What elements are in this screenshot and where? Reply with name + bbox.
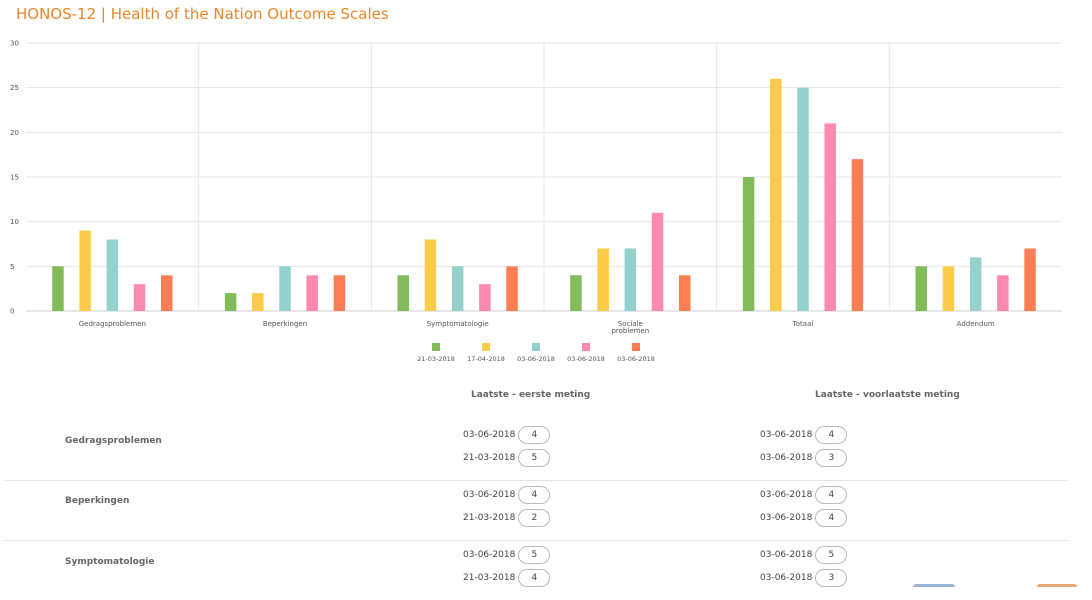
col1-pair-1: 03-06-2018 4 — [463, 486, 551, 504]
bar-5-2 — [333, 275, 346, 311]
bar-1-6 — [915, 266, 928, 311]
bar-4-5 — [824, 123, 836, 312]
score-badge: 3 — [815, 449, 848, 467]
col1-pair-1: 03-06-2018 4 — [463, 426, 551, 444]
category-label: Addendum — [957, 320, 995, 328]
col2-pair-1: 03-06-2018 4 — [760, 426, 848, 444]
category-label: Symptomatologie — [427, 320, 489, 328]
bar-1-5 — [742, 177, 755, 311]
comparison-row-beperkingen: Beperkingen 03-06-2018 4 21-03-2018 2 03… — [4, 480, 1068, 541]
col1-pair-2: 21-03-2018 5 — [463, 449, 551, 467]
pair-date: 03-06-2018 — [760, 430, 813, 440]
col2-pair-2: 03-06-2018 4 — [760, 509, 848, 527]
col2-pair-1: 03-06-2018 5 — [760, 546, 848, 564]
pair-date: 03-06-2018 — [463, 550, 516, 560]
score-badge: 4 — [518, 569, 551, 587]
bar-5-6 — [1024, 248, 1036, 311]
pair-date: 03-06-2018 — [463, 490, 516, 500]
y-tick-label: 10 — [10, 218, 19, 226]
col1-pair-2: 21-03-2018 4 — [463, 569, 551, 587]
col2-pair-2: 03-06-2018 3 — [760, 449, 848, 467]
bar-5-3 — [506, 266, 518, 311]
bar-4-3 — [479, 284, 491, 311]
pair-date: 21-03-2018 — [463, 573, 516, 583]
y-tick-label: 30 — [10, 40, 19, 48]
score-badge: 4 — [815, 486, 848, 504]
score-badge: 5 — [815, 546, 848, 564]
col2-pair-1: 03-06-2018 4 — [760, 486, 848, 504]
y-tick-label: 25 — [10, 84, 19, 92]
col1-pair-1: 03-06-2018 5 — [463, 546, 551, 564]
pair-date: 03-06-2018 — [760, 490, 813, 500]
score-badge: 4 — [815, 426, 848, 444]
bar-2-1 — [79, 230, 91, 311]
pair-date: 21-03-2018 — [463, 513, 516, 523]
legend-label: 03-06-2018 — [517, 355, 555, 363]
y-tick-label: 20 — [10, 129, 19, 137]
col2-pair-2: 03-06-2018 3 — [760, 569, 848, 587]
col1-title: Laatste - eerste meting — [471, 390, 591, 400]
bar-2-5 — [770, 78, 782, 311]
score-badge: 5 — [518, 449, 551, 467]
bar-1-4 — [570, 275, 582, 311]
category-label: Gedragsproblemen — [79, 320, 146, 328]
bar-3-3 — [451, 266, 464, 311]
bar-1-1 — [52, 266, 64, 311]
pair-date: 03-06-2018 — [760, 550, 813, 560]
bar-2-3 — [424, 239, 437, 311]
bar-3-1 — [106, 239, 119, 311]
score-badge: 4 — [518, 486, 551, 504]
y-tick-label: 0 — [10, 308, 14, 316]
legend-label: 21-03-2018 — [417, 355, 455, 363]
pair-date: 03-06-2018 — [463, 430, 516, 440]
col1-pair-2: 21-03-2018 2 — [463, 509, 551, 527]
comparison-row-symptomatologie: Symptomatologie 03-06-2018 5 21-03-2018 … — [4, 540, 1068, 600]
category-label: Beperkingen — [263, 320, 307, 328]
bar-5-1 — [160, 275, 173, 311]
bar-4-6 — [997, 275, 1009, 311]
comparison-row-gedragsproblemen: Gedragsproblemen 03-06-2018 4 21-03-2018… — [4, 420, 1068, 481]
legend-label: 17-04-2018 — [467, 355, 505, 363]
page-title: HONOS-12 | Health of the Nation Outcome … — [16, 5, 389, 23]
bar-3-5 — [797, 87, 809, 311]
legend-label: 03-06-2018 — [567, 355, 605, 363]
pair-date: 03-06-2018 — [760, 573, 813, 583]
row-label: Symptomatologie — [65, 557, 155, 567]
legend-swatch — [482, 343, 490, 351]
row-label: Gedragsproblemen — [65, 436, 162, 446]
bar-2-2 — [252, 293, 264, 311]
category-label: problemen — [611, 327, 649, 335]
category-label: Totaal — [792, 320, 814, 328]
bar-3-4 — [624, 248, 637, 311]
bar-3-6 — [969, 257, 982, 311]
score-badge: 3 — [815, 569, 848, 587]
pair-date: 21-03-2018 — [463, 453, 516, 463]
legend-swatch — [532, 343, 540, 351]
pair-date: 03-06-2018 — [760, 453, 813, 463]
legend-swatch — [582, 343, 590, 351]
bar-2-4 — [597, 248, 609, 311]
col2-title: Laatste - voorlaatste meting — [815, 390, 960, 400]
honos-bar-chart: 0 5 10 15 20 25 30 Gedragsproblemen Beperkingen S… — [10, 40, 1062, 363]
bar-4-1 — [133, 284, 146, 311]
legend-swatch — [432, 343, 440, 351]
score-badge: 4 — [815, 509, 848, 527]
bar-1-2 — [224, 293, 237, 311]
bar-3-2 — [279, 266, 291, 311]
pair-date: 03-06-2018 — [760, 513, 813, 523]
legend-label: 03-06-2018 — [617, 355, 655, 363]
score-badge: 4 — [518, 426, 551, 444]
bar-4-4 — [651, 212, 664, 311]
bar-4-2 — [306, 275, 318, 311]
bar-5-5 — [851, 159, 864, 311]
score-badge: 5 — [518, 546, 551, 564]
bar-2-6 — [942, 266, 955, 311]
y-tick-label: 15 — [10, 174, 19, 182]
bar-1-3 — [397, 275, 410, 311]
bar-5-4 — [678, 275, 691, 311]
row-label: Beperkingen — [65, 496, 130, 506]
legend-swatch — [632, 343, 640, 351]
y-tick-label: 5 — [10, 263, 14, 271]
score-badge: 2 — [518, 509, 551, 527]
